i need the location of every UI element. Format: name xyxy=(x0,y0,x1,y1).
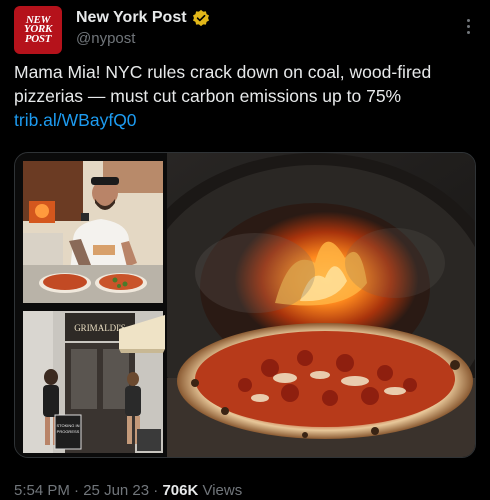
tweet-timestamp: 5:54 PM · 25 Jun 23 · 706K Views xyxy=(14,482,243,499)
author-name-row: New York Post xyxy=(76,9,210,27)
pizza-chef-photo xyxy=(23,161,163,303)
tweet-time[interactable]: 5:54 PM xyxy=(14,482,70,499)
tweet-text: Mama Mia! NYC rules crack down on coal, … xyxy=(14,62,432,106)
author-handle[interactable]: @nypost xyxy=(76,30,135,47)
author-name[interactable]: New York Post xyxy=(76,9,187,27)
tweet-body: Mama Mia! NYC rules crack down on coal, … xyxy=(14,60,476,132)
media-collage: GRIMALDI'S STOKING IN PROGRESS xyxy=(15,153,475,457)
sidewalk-sign: STOKING IN xyxy=(56,423,79,428)
storefront-sign: GRIMALDI'S xyxy=(74,323,126,333)
tweet-link[interactable]: trib.al/WBayfQ0 xyxy=(14,108,476,132)
grimaldis-storefront-photo: GRIMALDI'S STOKING IN PROGRESS xyxy=(23,311,165,453)
views-label: Views xyxy=(202,482,243,499)
tweet-header: NEW YORK POST New York Post @nypost xyxy=(14,6,480,56)
more-options-icon[interactable] xyxy=(460,14,476,38)
avatar[interactable]: NEW YORK POST xyxy=(14,6,62,54)
tweet-media[interactable]: GRIMALDI'S STOKING IN PROGRESS xyxy=(14,152,476,458)
verified-badge-icon xyxy=(192,9,209,27)
tweet-date[interactable]: 25 Jun 23 xyxy=(83,482,149,499)
svg-text:PROGRESS: PROGRESS xyxy=(57,429,80,434)
views-count: 706K xyxy=(162,482,199,499)
nypost-logo: NEW YORK POST xyxy=(23,13,53,45)
